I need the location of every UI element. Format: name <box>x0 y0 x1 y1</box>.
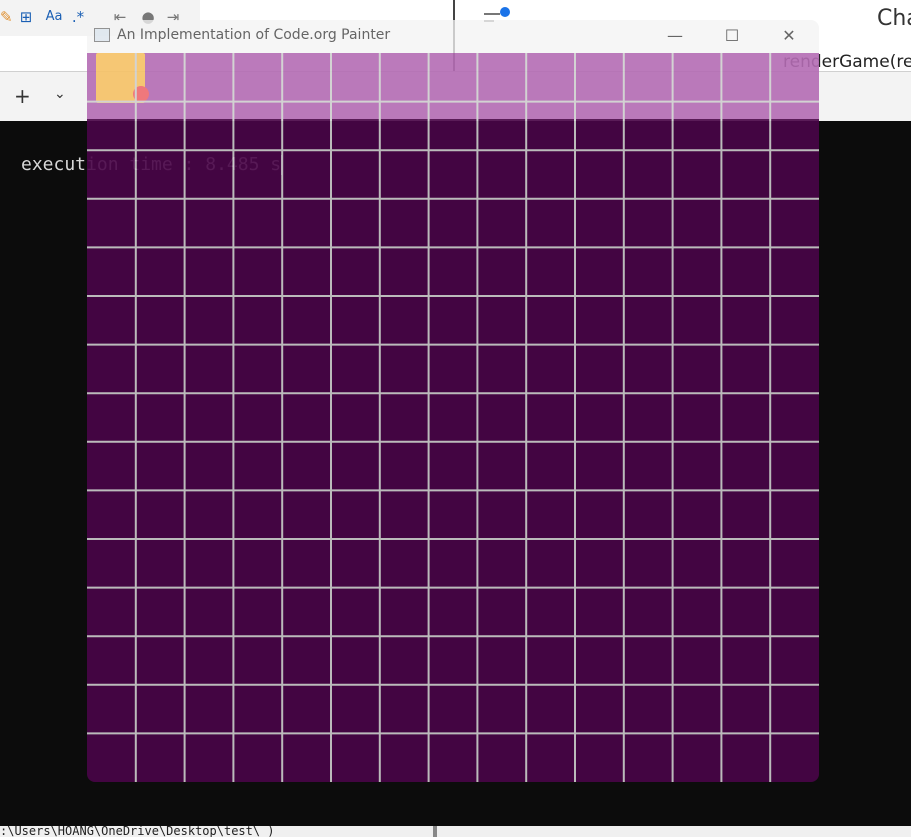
painter-window: An Implementation of Code.org Painter — … <box>87 20 819 782</box>
grid-lines <box>87 53 819 782</box>
add-tab-button[interactable]: + <box>14 84 31 108</box>
close-button[interactable]: ✕ <box>769 22 809 50</box>
console-status-strip: :\Users\HOANG\OneDrive\Desktop\test\ ) <box>0 826 911 837</box>
app-icon <box>94 28 110 42</box>
console-path: :\Users\HOANG\OneDrive\Desktop\test\ ) <box>0 826 275 837</box>
console-splitter[interactable] <box>433 826 437 837</box>
pencil-icon[interactable]: ✎ <box>0 6 13 28</box>
notification-dot-icon <box>500 7 510 17</box>
maximize-button[interactable]: ☐ <box>712 22 752 50</box>
match-case-icon[interactable]: Aa <box>42 6 66 28</box>
window-title: An Implementation of Code.org Painter <box>117 27 391 43</box>
painter-canvas[interactable] <box>87 53 819 782</box>
minimize-button[interactable]: — <box>655 22 695 50</box>
chat-label: Cha <box>877 6 911 31</box>
replace-icon[interactable]: ⊞ <box>16 6 36 28</box>
chevron-down-icon[interactable]: ⌄ <box>54 86 66 102</box>
regex-icon[interactable]: .* <box>68 6 88 28</box>
